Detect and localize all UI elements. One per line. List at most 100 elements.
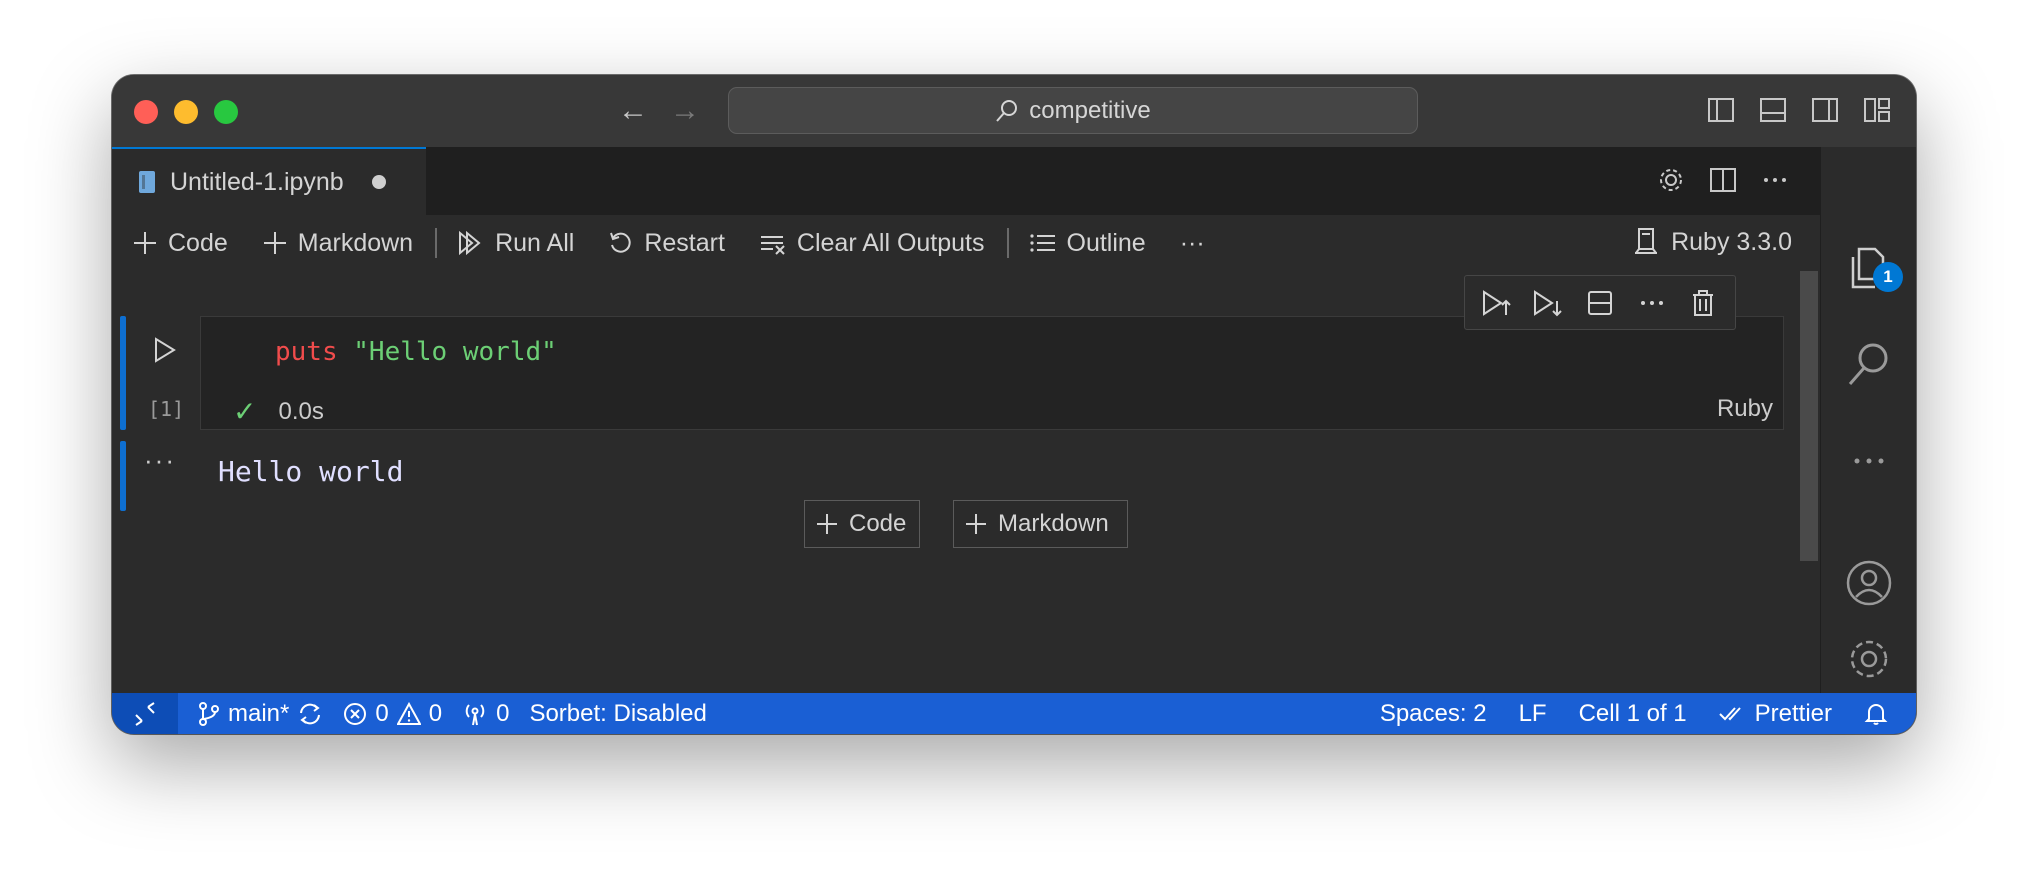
notebook-toolbar: Code Markdown Run All Restart Clear All … [112, 215, 1820, 271]
command-center-text: competitive [1029, 96, 1151, 124]
editor-scrollbar[interactable] [1800, 271, 1818, 561]
insert-markdown-label: Markdown [998, 510, 1109, 537]
git-branch-label: main* [228, 699, 290, 727]
plus-icon [964, 512, 988, 536]
toolbar-more-label: ··· [1179, 228, 1205, 257]
toggle-secondary-sidebar-icon[interactable] [1810, 95, 1840, 125]
toggle-panel-icon[interactable] [1758, 95, 1788, 125]
toolbar-divider [1006, 228, 1009, 258]
minimize-window-button[interactable] [174, 100, 198, 124]
cell-toolbar [1464, 275, 1736, 330]
zoom-window-button[interactable] [214, 100, 238, 124]
cell-position-status[interactable]: Cell 1 of 1 [1579, 700, 1687, 728]
kernel-picker[interactable]: Ruby 3.3.0 [1633, 227, 1792, 257]
title-bar: ← → competitive [112, 75, 1916, 147]
split-cell-icon[interactable] [1584, 287, 1616, 319]
editor-tab-bar: Untitled-1.ipynb [112, 147, 1820, 215]
plus-icon [262, 230, 288, 256]
sync-icon[interactable] [297, 701, 323, 727]
close-window-button[interactable] [134, 100, 158, 124]
clear-all-outputs-label: Clear All Outputs [796, 228, 985, 257]
insert-code-cell-button[interactable]: Code [804, 500, 920, 548]
output-more-button[interactable]: ··· [144, 445, 176, 476]
sorbet-label: Sorbet: Disabled [529, 699, 707, 727]
restart-button[interactable]: Restart [608, 229, 725, 258]
add-markdown-cell-button[interactable]: Markdown [262, 229, 413, 258]
vscode-window: ← → competitive Untitled-1.ipynb Code Ma… [112, 75, 1916, 734]
more-views-icon[interactable] [1845, 437, 1893, 485]
prettier-status[interactable]: Prettier [1718, 699, 1832, 728]
clear-all-outputs-button[interactable]: Clear All Outputs [759, 229, 985, 258]
prettier-label: Prettier [1754, 699, 1832, 727]
toggle-primary-sidebar-icon[interactable] [1706, 95, 1736, 125]
list-icon [1029, 230, 1057, 256]
warning-icon [396, 701, 421, 726]
cell-language-button[interactable]: Ruby [1717, 395, 1773, 423]
insert-markdown-cell-button[interactable]: Markdown [953, 500, 1128, 548]
manage-gear-icon[interactable] [1845, 635, 1893, 683]
activity-bar: 1 [1820, 147, 1916, 693]
execute-above-icon[interactable] [1481, 287, 1513, 319]
command-center-search[interactable]: competitive [728, 87, 1418, 134]
restart-label: Restart [644, 228, 725, 257]
ports-count: 0 [496, 699, 510, 727]
cell-more-icon[interactable] [1636, 287, 1668, 319]
broadcast-icon [462, 701, 488, 727]
run-all-label: Run All [495, 228, 575, 257]
kernel-server-icon [1633, 227, 1659, 257]
arrow-left-icon[interactable]: ← [618, 95, 648, 127]
search-icon[interactable] [1845, 340, 1893, 388]
add-markdown-label: Markdown [297, 228, 414, 257]
add-code-cell-button[interactable]: Code [132, 229, 228, 258]
eol-label: LF [1518, 699, 1547, 727]
code-keyword: puts [275, 337, 338, 367]
cell-execution-status: ✓ 0.0s [233, 395, 324, 428]
tab-untitled-notebook[interactable]: Untitled-1.ipynb [112, 147, 426, 215]
execution-duration: 0.0s [278, 397, 324, 425]
tab-label: Untitled-1.ipynb [170, 167, 344, 196]
outline-button[interactable]: Outline [1029, 229, 1146, 258]
more-actions-icon[interactable] [1760, 165, 1790, 195]
remote-icon [132, 701, 158, 727]
ports-status[interactable]: 0 [462, 700, 509, 728]
code-cell-editor[interactable]: puts "Hello world" ✓ 0.0s Ruby [200, 316, 1784, 430]
execute-below-icon[interactable] [1532, 287, 1564, 319]
code-line[interactable]: puts "Hello world" [275, 337, 557, 367]
cell-output: Hello world [218, 455, 404, 488]
warning-count: 0 [428, 699, 443, 727]
add-code-label: Code [168, 228, 228, 257]
play-icon [155, 337, 176, 363]
problems-status[interactable]: 0 0 [343, 700, 442, 728]
notifications-status[interactable] [1864, 701, 1888, 727]
remote-indicator[interactable] [112, 693, 178, 734]
layout-controls [1706, 95, 1892, 125]
run-all-button[interactable]: Run All [457, 229, 574, 258]
arrow-right-icon[interactable]: → [670, 95, 700, 127]
trash-icon[interactable] [1687, 287, 1719, 319]
unsaved-dot-icon[interactable] [371, 175, 386, 189]
customize-layout-icon[interactable] [1862, 95, 1892, 125]
code-string: "Hello world" [353, 337, 557, 367]
toolbar-more-button[interactable]: ··· [1180, 229, 1205, 258]
check-icon: ✓ [233, 396, 257, 427]
cell-position-label: Cell 1 of 1 [1578, 699, 1687, 727]
explorer-badge: 1 [1873, 262, 1903, 292]
plus-icon [815, 512, 839, 536]
account-icon[interactable] [1845, 559, 1893, 607]
split-editor-icon[interactable] [1708, 165, 1738, 195]
double-check-icon [1718, 704, 1747, 724]
git-branch-status[interactable]: main* [198, 700, 323, 728]
outline-label: Outline [1066, 228, 1146, 257]
execute-cell-button[interactable] [152, 335, 178, 365]
output-focus-indicator [120, 441, 126, 511]
notebook-file-icon [138, 170, 156, 194]
cell-focus-indicator [120, 316, 126, 430]
gear-icon[interactable] [1656, 165, 1686, 195]
indentation-status[interactable]: Spaces: 2 [1380, 700, 1487, 728]
sorbet-status[interactable]: Sorbet: Disabled [529, 700, 706, 728]
insert-code-label: Code [849, 510, 907, 537]
error-icon [343, 702, 367, 726]
eol-status[interactable]: LF [1519, 700, 1547, 728]
status-bar: main* 0 0 0 Sorbet: Disabled Spaces: 2 L… [112, 693, 1916, 734]
search-icon [995, 99, 1019, 123]
